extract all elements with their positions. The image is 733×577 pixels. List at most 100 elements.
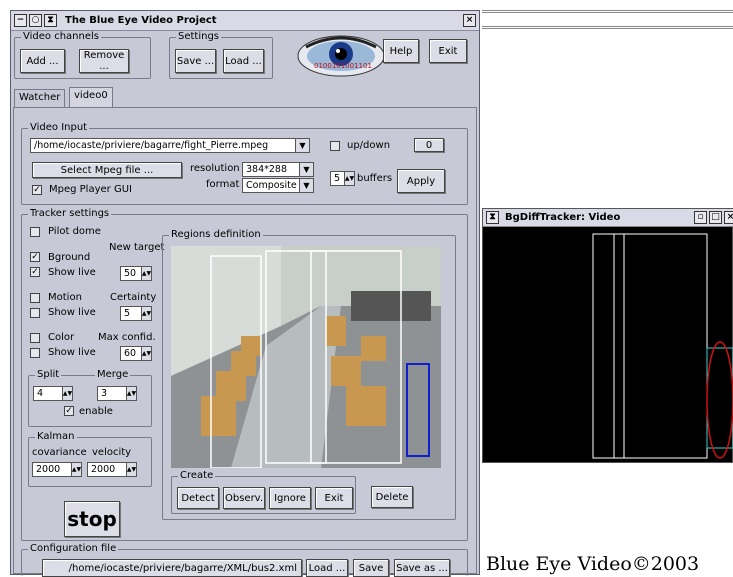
velocity-value: 2000 bbox=[91, 464, 116, 475]
updown-checkbox[interactable] bbox=[330, 141, 340, 151]
blue-eye-logo: 0100101001101 bbox=[296, 33, 386, 79]
buffers-stepper[interactable]: 5 ▲▼ bbox=[330, 171, 355, 186]
resolution-dropdown[interactable]: 384*288 ▼ bbox=[242, 162, 314, 177]
motion-checkbox[interactable] bbox=[30, 293, 40, 303]
new-target-label: New target bbox=[109, 242, 165, 253]
exit-button[interactable]: Exit bbox=[429, 39, 467, 63]
tracker-settings-group: Tracker settings Pilot dome New target ✓… bbox=[21, 208, 468, 541]
updown-value-field[interactable]: 0 bbox=[414, 138, 444, 152]
apply-button[interactable]: Apply bbox=[397, 169, 445, 193]
resolution-label: resolution bbox=[190, 163, 240, 174]
split-stepper[interactable]: 4 ▲▼ bbox=[33, 386, 73, 401]
stepper-arrows-icon[interactable]: ▲▼ bbox=[141, 347, 151, 360]
tracker-video bbox=[483, 228, 733, 464]
bground-label: Bground bbox=[48, 252, 91, 263]
stop-button[interactable]: stop bbox=[64, 501, 120, 537]
format-dropdown[interactable]: Composite ▼ bbox=[242, 178, 314, 193]
kalman-group: Kalman covariance velocity 2000 ▲▼ 2000 … bbox=[28, 431, 152, 487]
minimize-icon[interactable]: ▫ bbox=[694, 211, 707, 224]
color-checkbox[interactable] bbox=[30, 333, 40, 343]
max-confid-value: 60 bbox=[124, 348, 137, 359]
stepper-arrows-icon[interactable]: ▲▼ bbox=[126, 387, 136, 400]
show-live-2-checkbox[interactable] bbox=[30, 308, 40, 318]
mpeg-path-dropdown[interactable]: /home/iocaste/priviere/bagarre/fight_Pie… bbox=[30, 138, 310, 153]
show-live-3-label: Show live bbox=[48, 347, 96, 358]
delete-button[interactable]: Delete bbox=[371, 486, 413, 508]
max-confid-label: Max confid. bbox=[98, 332, 156, 343]
add-channel-button[interactable]: Add ... bbox=[20, 49, 65, 73]
desktop-top-rule bbox=[482, 10, 733, 13]
video-frame[interactable] bbox=[171, 246, 441, 468]
close-icon[interactable]: × bbox=[724, 211, 733, 224]
config-file-group: Configuration file /home/iocaste/privier… bbox=[21, 543, 468, 577]
buffers-value: 5 bbox=[334, 173, 341, 184]
enable-checkbox[interactable]: ✓ bbox=[64, 406, 74, 416]
max-confid-stepper[interactable]: 60 ▲▼ bbox=[120, 346, 152, 361]
certainty-stepper[interactable]: 5 ▲▼ bbox=[120, 306, 152, 321]
stepper-arrows-icon[interactable]: ▲▼ bbox=[126, 463, 136, 476]
stepper-arrows-icon[interactable]: ▲▼ bbox=[344, 172, 354, 185]
maximize-icon[interactable]: □ bbox=[709, 211, 722, 224]
create-legend: Create bbox=[178, 470, 216, 481]
config-save-as-button[interactable]: Save as ... bbox=[394, 559, 450, 577]
settings-save-button[interactable]: Save ... bbox=[175, 49, 216, 73]
covariance-stepper[interactable]: 2000 ▲▼ bbox=[32, 462, 82, 477]
video-channels-group: Video channels Add ... Remove ... bbox=[14, 31, 151, 79]
video-input-group: Video Input /home/iocaste/priviere/bagar… bbox=[21, 122, 468, 205]
tab-video0[interactable]: video0 bbox=[69, 87, 113, 108]
format-value: Composite bbox=[246, 180, 297, 191]
show-live-1-checkbox[interactable]: ✓ bbox=[30, 267, 40, 277]
bground-checkbox[interactable]: ✓ bbox=[30, 252, 40, 262]
tab-watcher[interactable]: Watcher bbox=[14, 89, 66, 107]
menu-icon[interactable]: ⧗ bbox=[44, 14, 57, 27]
detect-button[interactable]: Detect bbox=[177, 487, 219, 509]
config-load-button[interactable]: Load ... bbox=[306, 559, 348, 577]
logo-binary-text: 0100101001101 bbox=[314, 62, 372, 70]
help-button[interactable]: Help bbox=[383, 39, 419, 63]
merge-value: 3 bbox=[101, 388, 108, 399]
chevron-down-icon[interactable]: ▼ bbox=[299, 163, 313, 176]
select-mpeg-button[interactable]: Select Mpeg file ... bbox=[32, 162, 182, 178]
pilot-dome-label: Pilot dome bbox=[48, 226, 101, 237]
restore-icon[interactable]: ○ bbox=[29, 14, 42, 27]
stepper-arrows-icon[interactable]: ▲▼ bbox=[141, 307, 151, 320]
config-path-field[interactable]: /home/iocaste/priviere/bagarre/XML/bus2.… bbox=[42, 559, 302, 577]
split-legend: Split bbox=[35, 369, 62, 380]
main-window: − ○ ⧗ The Blue Eye Video Project × Video… bbox=[10, 10, 480, 577]
covariance-value: 2000 bbox=[36, 464, 61, 475]
format-label: format bbox=[206, 179, 240, 190]
new-target-value: 50 bbox=[124, 268, 137, 279]
velocity-stepper[interactable]: 2000 ▲▼ bbox=[87, 462, 137, 477]
create-group: Create Detect Observ. Ignore Exit bbox=[171, 470, 356, 514]
stepper-arrows-icon[interactable]: ▲▼ bbox=[141, 267, 151, 280]
create-exit-button[interactable]: Exit bbox=[315, 487, 353, 509]
minimize-icon[interactable]: − bbox=[14, 14, 27, 27]
close-icon[interactable]: × bbox=[463, 14, 476, 27]
buffers-label: buffers bbox=[357, 173, 393, 184]
motion-label: Motion bbox=[48, 292, 82, 303]
new-target-stepper[interactable]: 50 ▲▼ bbox=[120, 266, 152, 281]
stepper-arrows-icon[interactable]: ▲▼ bbox=[71, 463, 81, 476]
updown-label: up/down bbox=[347, 140, 391, 151]
tracker-settings-legend: Tracker settings bbox=[28, 208, 112, 219]
config-save-button[interactable]: Save bbox=[353, 559, 389, 577]
mpeg-gui-checkbox[interactable]: ✓ bbox=[32, 185, 42, 195]
observ-button[interactable]: Observ. bbox=[223, 487, 265, 509]
menu-icon[interactable]: ⧗ bbox=[486, 211, 499, 224]
covariance-label: covariance bbox=[32, 447, 87, 458]
chevron-down-icon[interactable]: ▼ bbox=[299, 179, 313, 192]
show-live-1-label: Show live bbox=[48, 267, 96, 278]
chevron-down-icon[interactable]: ▼ bbox=[295, 139, 309, 152]
regions-definition-group: Regions definition Create Detect Observ.… bbox=[162, 229, 456, 520]
remove-channel-button[interactable]: Remove ... bbox=[79, 49, 129, 73]
settings-load-button[interactable]: Load ... bbox=[223, 49, 264, 73]
ignore-button[interactable]: Ignore bbox=[269, 487, 311, 509]
show-live-3-checkbox[interactable] bbox=[30, 348, 40, 358]
stepper-arrows-icon[interactable]: ▲▼ bbox=[62, 387, 72, 400]
merge-stepper[interactable]: 3 ▲▼ bbox=[97, 386, 137, 401]
certainty-label: Certainty bbox=[110, 292, 157, 303]
mpeg-path-value: /home/iocaste/priviere/bagarre/fight_Pie… bbox=[34, 140, 269, 151]
pilot-dome-checkbox[interactable] bbox=[30, 227, 40, 237]
window-title: The Blue Eye Video Project bbox=[65, 15, 217, 26]
settings-group: Settings Save ... Load ... bbox=[169, 31, 273, 79]
